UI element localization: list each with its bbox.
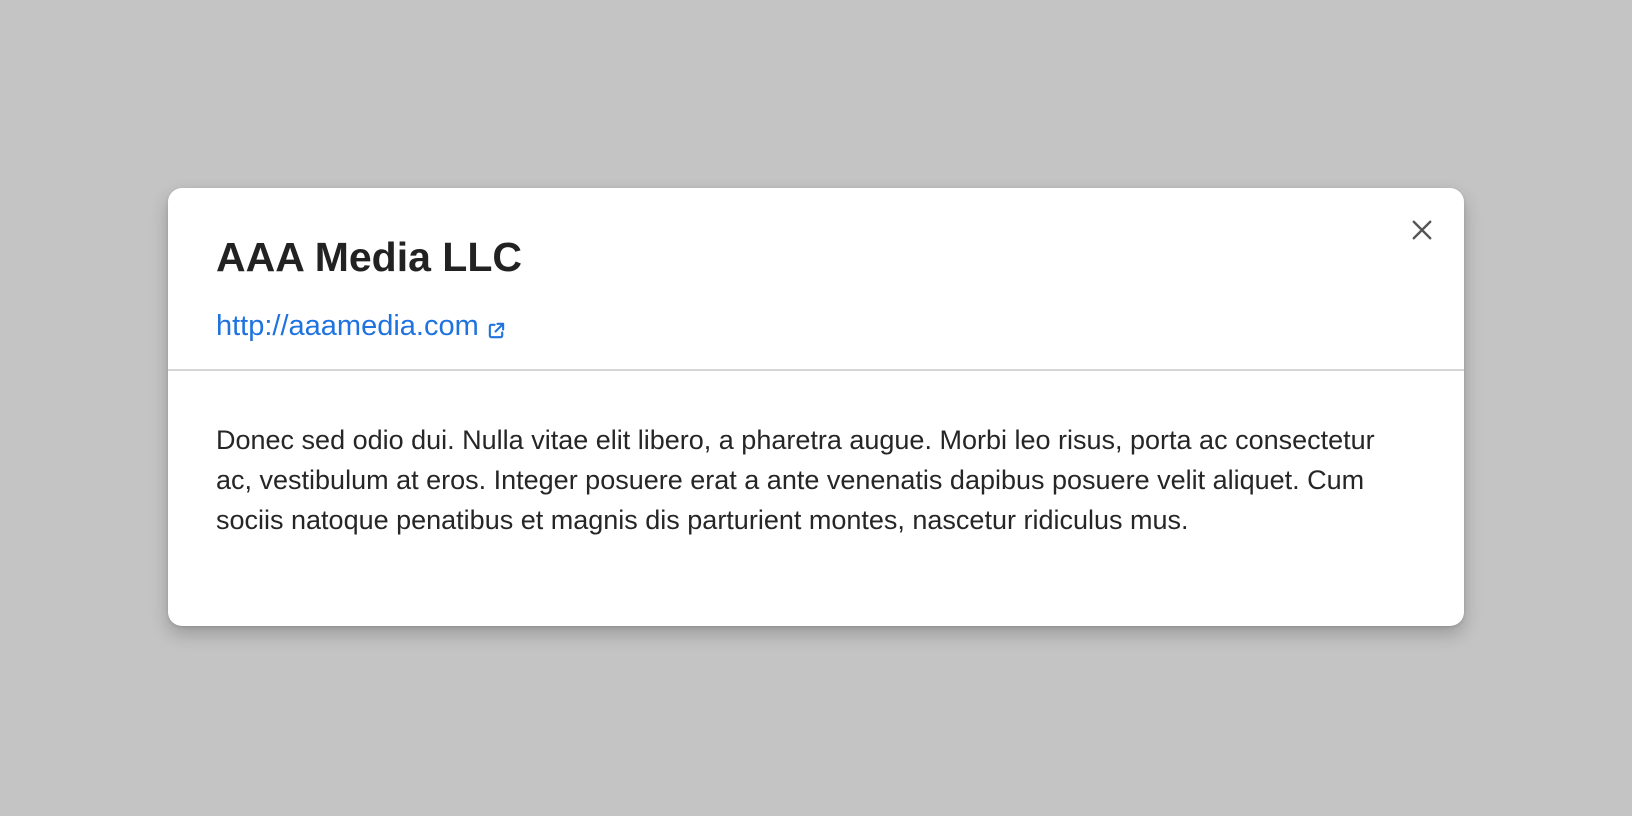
close-icon <box>1412 220 1432 240</box>
dialog-header: AAA Media LLC http://aaamedia.com <box>168 188 1464 371</box>
close-button[interactable] <box>1404 212 1440 248</box>
external-link-icon <box>487 313 506 338</box>
dialog-description: Donec sed odio dui. Nulla vitae elit lib… <box>216 425 1375 535</box>
website-link-label: http://aaamedia.com <box>216 310 479 342</box>
dialog-title: AAA Media LLC <box>216 234 522 280</box>
dialog-body: Donec sed odio dui. Nulla vitae elit lib… <box>216 420 1416 540</box>
website-link[interactable]: http://aaamedia.com <box>216 308 506 344</box>
company-dialog: AAA Media LLC http://aaamedia.com Donec … <box>168 188 1464 626</box>
